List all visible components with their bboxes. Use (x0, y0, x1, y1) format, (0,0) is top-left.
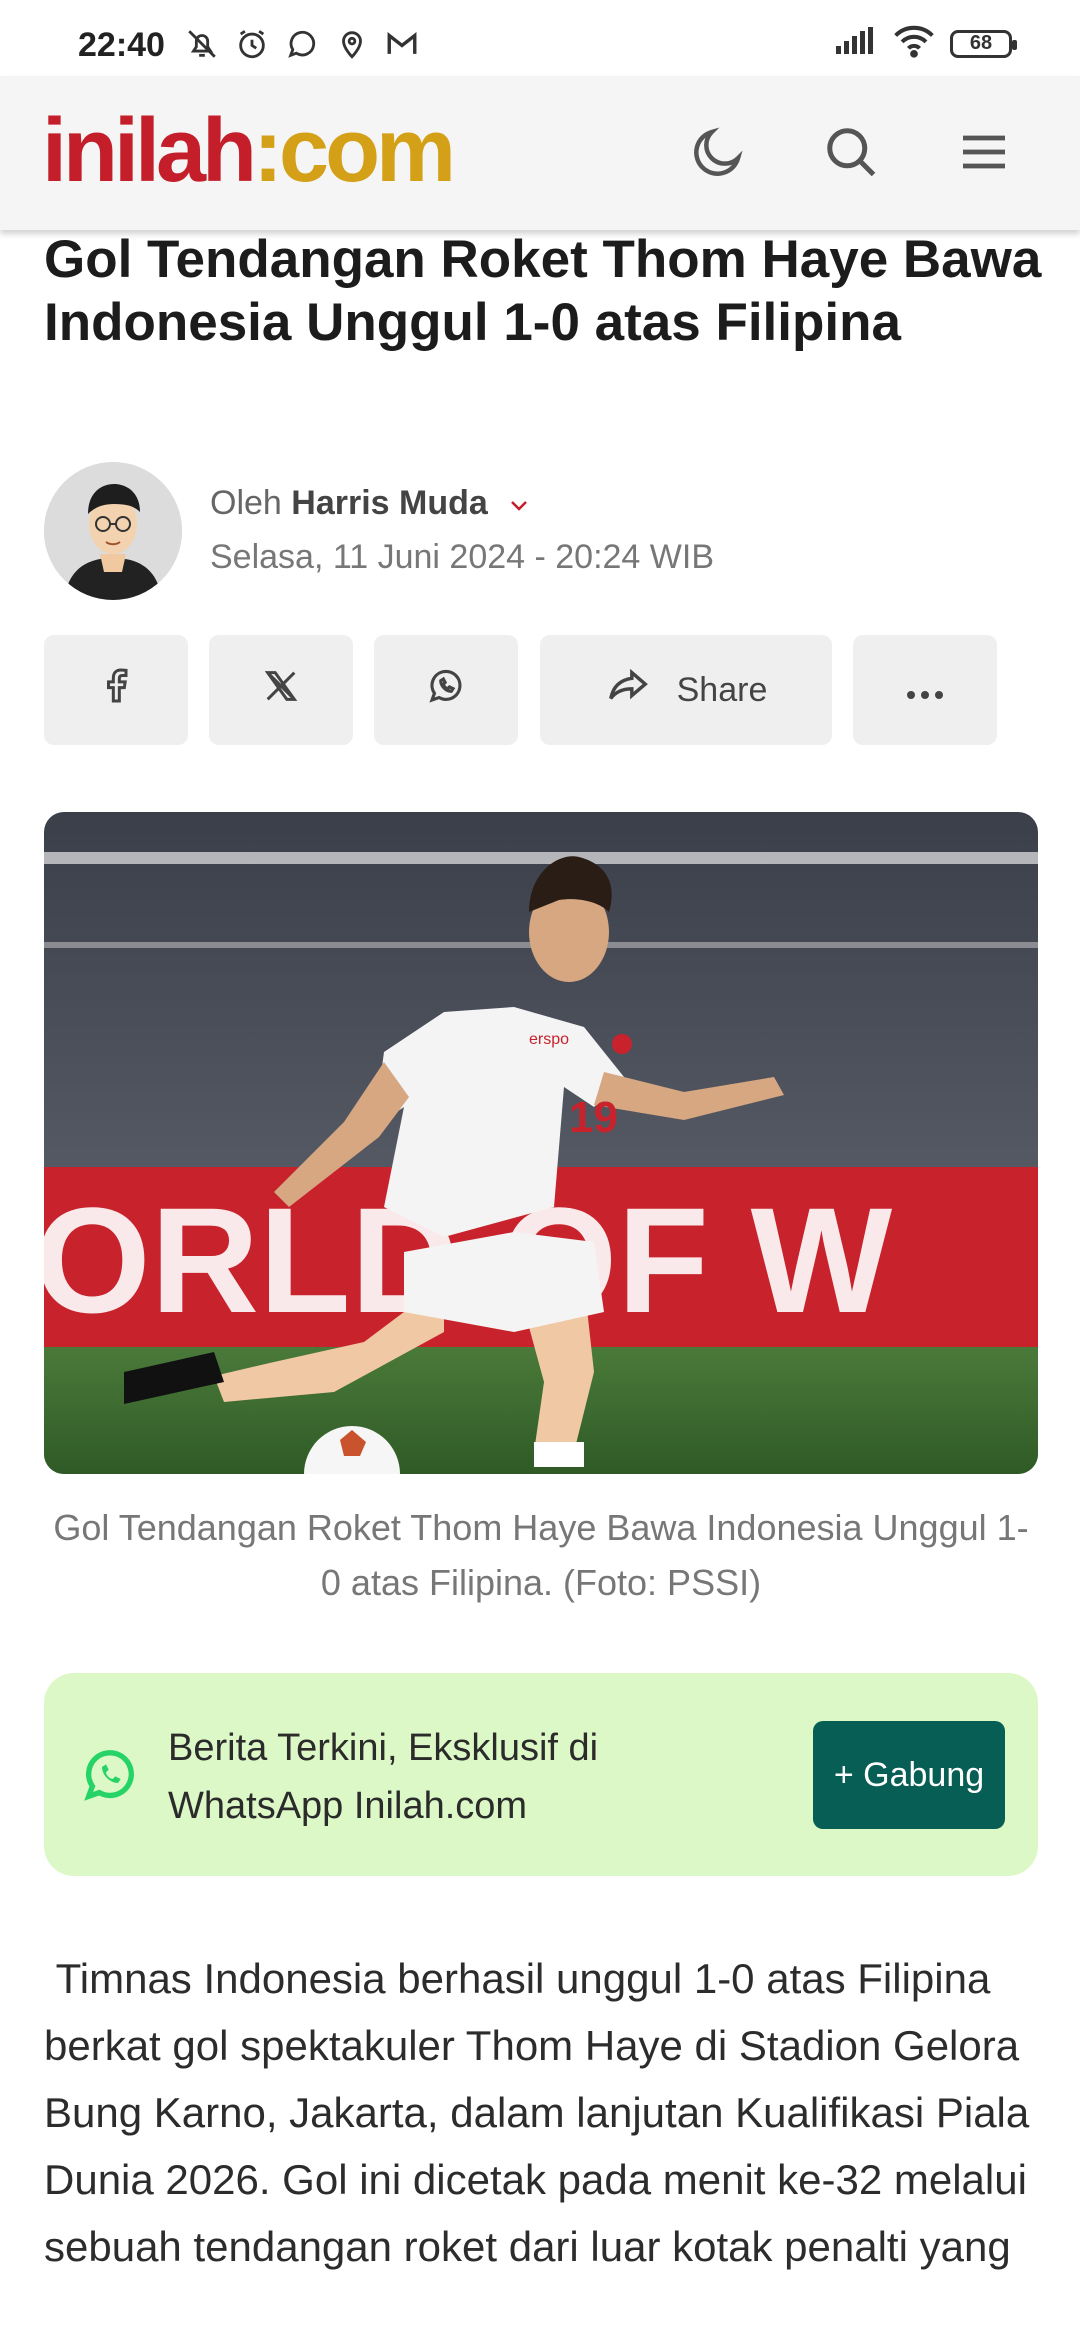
search-button[interactable] (815, 118, 887, 190)
whatsapp-channel-banner[interactable]: Berita Terkini, Eksklusif di WhatsApp In… (44, 1673, 1038, 1876)
status-bar: 22:40 68 (0, 0, 1080, 76)
menu-icon (956, 124, 1012, 185)
dark-mode-button[interactable] (682, 118, 754, 190)
author-name[interactable]: Harris Muda (291, 484, 488, 522)
article-title: Gol Tendangan Roket Thom Haye Bawa Indon… (44, 230, 1042, 352)
whatsapp-icon (78, 1743, 142, 1812)
author-byline: Oleh Harris Muda (210, 484, 531, 525)
more-icon (905, 671, 945, 710)
share-facebook-button[interactable] (44, 635, 188, 745)
whatsapp-icon (282, 24, 322, 64)
facebook-icon (96, 666, 136, 715)
share-whatsapp-button[interactable] (374, 635, 518, 745)
publish-date: Selasa, 11 Juni 2024 - 20:24 WIB (210, 538, 715, 576)
share-x-button[interactable] (209, 635, 353, 745)
share-label: Share (676, 670, 768, 709)
author-avatar[interactable] (44, 462, 182, 600)
article-hero-image[interactable]: ORLD OF W 19 erspo (44, 812, 1038, 1474)
article-body: Timnas Indonesia berhasil unggul 1-0 ata… (44, 1955, 1041, 2270)
sponsor-text: erspo (529, 1031, 569, 1048)
share-icon (605, 666, 651, 715)
menu-button[interactable] (948, 118, 1020, 190)
status-time: 22:40 (78, 26, 165, 64)
whatsapp-icon (425, 665, 467, 716)
join-whatsapp-button[interactable]: + Gabung (813, 1721, 1005, 1829)
chevron-down-icon[interactable] (507, 486, 531, 525)
bell-off-icon (182, 24, 222, 64)
alarm-icon (232, 24, 272, 64)
search-icon (821, 122, 881, 187)
image-caption: Gol Tendangan Roket Thom Haye Bawa Indon… (53, 1507, 1029, 1603)
moon-icon (688, 122, 748, 187)
x-icon (261, 666, 301, 715)
signal-icon (834, 26, 878, 61)
site-logo[interactable]: inilah:com (42, 106, 456, 196)
gmail-icon (382, 24, 422, 64)
site-header: inilah:com (0, 76, 1080, 230)
battery-indicator: 68 (950, 29, 1017, 58)
location-icon (332, 24, 372, 64)
whatsapp-banner-text: Berita Terkini, Eksklusif di WhatsApp In… (168, 1727, 599, 1827)
wifi-icon (892, 24, 936, 63)
more-options-button[interactable] (853, 635, 997, 745)
share-button[interactable]: Share (540, 635, 832, 745)
jersey-number: 19 (569, 1093, 618, 1142)
